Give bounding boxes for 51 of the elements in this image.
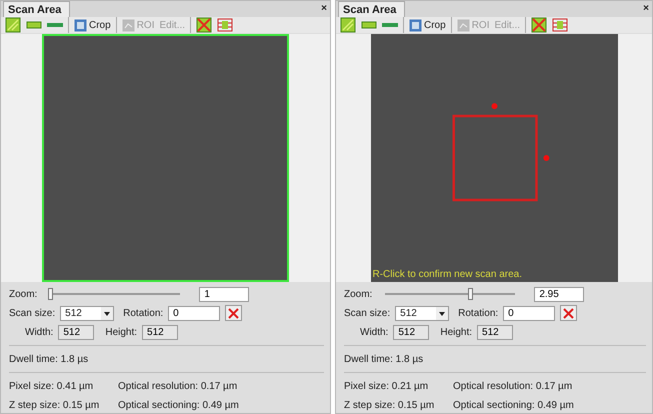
scan-size-label: Scan size: xyxy=(344,308,390,318)
rotation-handle[interactable] xyxy=(491,103,497,110)
dwell-time-text: Dwell time: 1.8 µs xyxy=(344,354,424,364)
full-frame-icon[interactable] xyxy=(340,17,356,33)
scan-size-label: Scan size: xyxy=(9,308,56,318)
slider-thumb[interactable] xyxy=(468,288,473,300)
optical-sectioning-text: Optical sectioning: 0.49 µm xyxy=(453,400,574,410)
rotation-label: Rotation: xyxy=(123,308,164,318)
z-step-size-text: Z step size: 0.15 µm xyxy=(344,400,436,410)
optical-sectioning-text: Optical sectioning: 0.49 µm xyxy=(118,400,239,410)
crossed-square-icon[interactable] xyxy=(196,17,212,33)
width-label: Width: xyxy=(360,326,388,338)
zoom-slider[interactable] xyxy=(50,287,180,301)
close-button[interactable]: × xyxy=(321,3,330,17)
panel-tab[interactable]: Scan Area xyxy=(338,1,406,17)
zoom-label: Zoom: xyxy=(344,288,372,300)
dwell-time-text: Dwell time: 1.8 µs xyxy=(9,354,88,364)
optical-resolution-text: Optical resolution: 0.17 µm xyxy=(453,380,572,392)
rotation-label: Rotation: xyxy=(458,308,498,318)
resize-handle[interactable] xyxy=(542,155,549,161)
height-label: Height: xyxy=(440,326,472,338)
square-icon xyxy=(74,18,87,32)
z-step-size-text: Z step size: 0.15 µm xyxy=(9,400,100,410)
scan-size-dropdown[interactable]: 512 xyxy=(60,306,114,320)
full-frame-icon[interactable] xyxy=(5,17,21,33)
frame-icon[interactable] xyxy=(26,20,42,30)
panel-tab[interactable]: Scan Area xyxy=(3,1,70,17)
zoom-slider[interactable] xyxy=(385,287,516,301)
pixel-size-text: Pixel size: 0.21 µm xyxy=(344,380,430,392)
crossed-square-icon[interactable] xyxy=(531,17,548,33)
reset-rotation-button[interactable] xyxy=(225,305,242,321)
width-label: Width: xyxy=(25,326,54,338)
crop-button[interactable]: Crop xyxy=(409,18,446,32)
reset-rotation-button[interactable] xyxy=(560,305,578,321)
scan-size-dropdown[interactable]: 512 xyxy=(395,306,450,320)
rotation-field[interactable]: 0 xyxy=(503,306,556,320)
zoom-label: Zoom: xyxy=(9,288,38,300)
optical-resolution-text: Optical resolution: 0.17 µm xyxy=(118,380,238,392)
crop-button[interactable]: Crop xyxy=(74,18,111,32)
pixel-size-text: Pixel size: 0.41 µm xyxy=(9,380,94,392)
height-label: Height: xyxy=(105,326,138,338)
layers-icon[interactable] xyxy=(552,17,568,33)
zoom-field[interactable]: 2.95 xyxy=(534,286,584,302)
square-icon xyxy=(409,18,422,32)
slider-thumb[interactable] xyxy=(48,288,54,300)
hint-text: R-Click to confirm new scan area. xyxy=(372,269,522,280)
layers-icon[interactable] xyxy=(217,17,234,33)
rotation-field[interactable]: 0 xyxy=(168,306,220,320)
frame-icon[interactable] xyxy=(361,20,377,30)
zoom-field[interactable]: 1 xyxy=(199,286,250,302)
close-button[interactable]: × xyxy=(643,3,652,17)
